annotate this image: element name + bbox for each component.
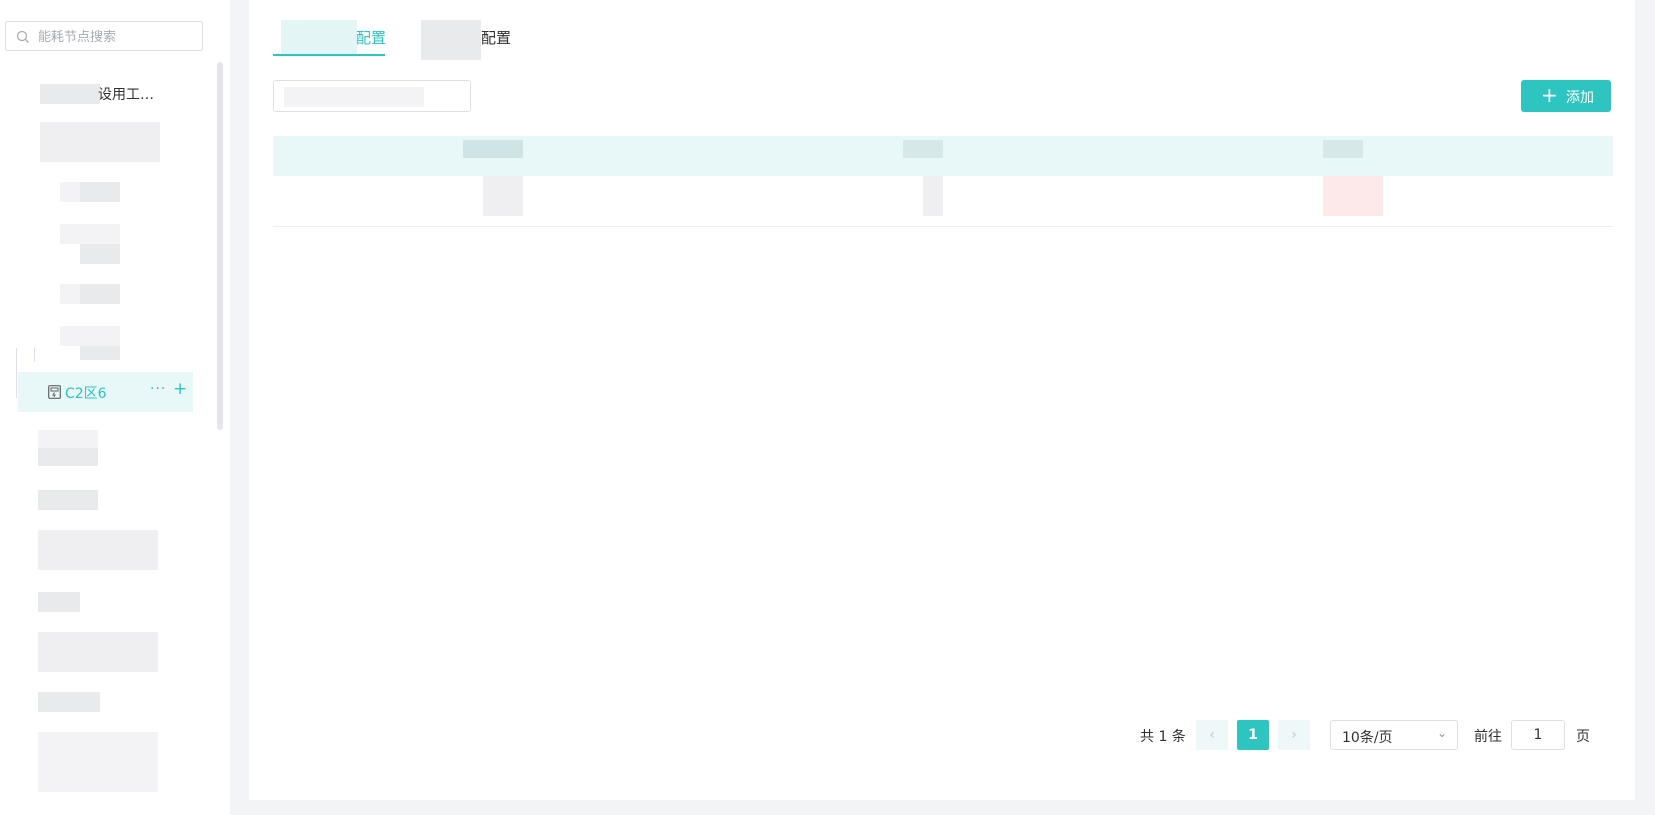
tree-node[interactable] (38, 530, 163, 570)
tab-node-config[interactable]: 配置 (273, 20, 403, 56)
page-size-value: 10条/页 (1342, 730, 1393, 746)
tree-node[interactable]: 设用工… (38, 80, 198, 106)
redacted-text (38, 530, 158, 570)
redacted-text (60, 284, 80, 304)
tree-node[interactable] (38, 490, 118, 516)
add-child-icon[interactable]: + (173, 379, 187, 399)
redacted-text (38, 448, 98, 466)
add-button-label: 添加 (1566, 90, 1594, 106)
redacted-text (483, 176, 523, 216)
tree-node[interactable] (38, 430, 108, 470)
chevron-down-icon: ⌄ (1436, 726, 1447, 740)
redacted-text (80, 182, 120, 202)
tree-sidebar: 设用工… C2区6 ··· + (0, 0, 230, 815)
redacted-text (463, 140, 523, 158)
tree-guide-line (16, 348, 17, 398)
plus-icon: + (1541, 83, 1558, 107)
redacted-text (40, 84, 100, 104)
redacted-text (60, 326, 120, 346)
redacted-text (38, 632, 158, 672)
tree-node[interactable] (60, 222, 130, 266)
filter-input[interactable] (273, 80, 471, 112)
redacted-text (38, 490, 98, 510)
table-header (273, 136, 1613, 176)
redacted-text (281, 20, 357, 56)
tree-node[interactable] (38, 692, 108, 718)
tree-scrollbar[interactable] (217, 62, 223, 430)
tree-node[interactable] (60, 180, 130, 206)
redacted-text (903, 140, 943, 158)
redacted-text (38, 732, 158, 792)
search-box[interactable] (5, 21, 203, 51)
tree-node[interactable] (38, 732, 163, 792)
page-size-select[interactable]: 10条/页 ⌄ (1330, 720, 1458, 750)
tab-config[interactable]: 配置 (421, 20, 531, 60)
tree-node[interactable] (38, 632, 163, 672)
next-page-button[interactable]: › (1278, 720, 1310, 750)
redacted-text (60, 224, 120, 244)
prev-page-button[interactable]: ‹ (1196, 720, 1228, 750)
redacted-text (80, 284, 120, 304)
search-input[interactable] (36, 26, 200, 48)
tree-node-selected[interactable]: C2区6 ··· + (18, 372, 193, 412)
redacted-text (284, 87, 424, 107)
active-tab-indicator (273, 54, 385, 56)
tree-node[interactable] (38, 592, 98, 618)
redacted-text (38, 430, 98, 448)
add-button[interactable]: + 添加 (1521, 80, 1611, 112)
redacted-text (80, 244, 120, 264)
redacted-text (923, 176, 943, 216)
page-number-button[interactable]: 1 (1237, 720, 1269, 750)
more-icon[interactable]: ··· (150, 381, 166, 397)
redacted-text (80, 346, 120, 360)
redacted-text (40, 122, 160, 162)
status-badge (1323, 176, 1383, 216)
tree-node[interactable] (60, 324, 130, 364)
goto-suffix: 页 (1576, 729, 1590, 745)
tree-guide-line (34, 348, 35, 362)
main-panel: 配置 配置 + 添加 共 1 条 ‹ 1 › 10条/页 ⌄ 前往 1 页 (249, 0, 1635, 800)
tree-node[interactable] (60, 282, 130, 308)
redacted-text (60, 182, 80, 202)
tree-node-label: C2区6 (65, 386, 107, 402)
pagination: 共 1 条 ‹ 1 › 10条/页 ⌄ 前往 页 (249, 718, 1635, 752)
pagination-total: 共 1 条 (1140, 729, 1186, 745)
search-icon (16, 30, 29, 43)
goto-page-input[interactable] (1511, 720, 1565, 750)
table-row[interactable] (273, 176, 1613, 227)
redacted-text (421, 20, 481, 60)
data-table (273, 136, 1613, 227)
goto-label: 前往 (1474, 729, 1502, 745)
tab-label: 配置 (356, 29, 387, 47)
redacted-text (38, 692, 100, 712)
tree-node-label: 设用工… (98, 87, 154, 103)
redacted-text (1323, 140, 1363, 158)
tab-label: 配置 (481, 29, 512, 47)
tree-node[interactable] (38, 120, 163, 162)
redacted-text (38, 592, 80, 612)
meter-icon (48, 385, 61, 399)
